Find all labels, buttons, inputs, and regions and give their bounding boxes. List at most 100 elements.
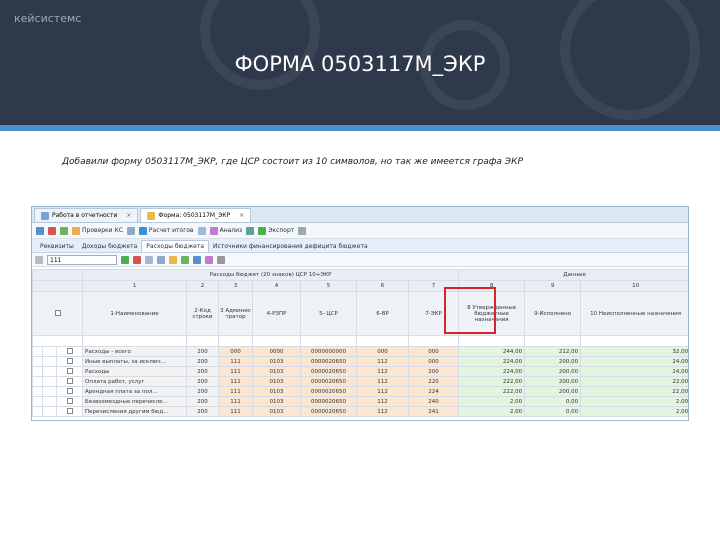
tab-income[interactable]: Доходы бюджета [78,240,142,252]
row-checkbox-cell[interactable] [55,346,84,357]
row-checkbox-cell[interactable] [55,376,84,387]
cell-csr[interactable]: 0000000000 [300,346,358,357]
cell-rest[interactable]: 24,00 [580,366,688,377]
col-header-rzpr[interactable]: 4-РЗПР [252,291,302,336]
cell-plan[interactable]: 222,00 [458,376,526,387]
cell-name[interactable]: Перечисления другим бюд... [82,406,188,417]
cell-done[interactable]: 0,00 [524,406,582,417]
save-icon[interactable] [36,226,44,235]
cell-adm[interactable]: 111 [218,356,254,367]
cell-name[interactable]: Иные выплаты, за исключ... [82,356,188,367]
filter-cell[interactable] [32,335,84,347]
table-row[interactable]: Иные выплаты, за исключ... 200 111 0103 0000… [32,356,688,367]
cell-ekr[interactable]: 241 [408,406,460,417]
row-checkbox-cell[interactable] [55,356,84,367]
cell-vr[interactable]: 112 [356,376,410,387]
cell-code[interactable]: 200 [186,396,220,407]
cell-adm[interactable]: 111 [218,376,254,387]
print-icon[interactable] [246,226,255,235]
sort-icon[interactable] [193,255,201,264]
totals-button[interactable]: Расчет итогов [138,226,194,235]
analysis-button[interactable]: Анализ [209,226,242,235]
row-checkbox[interactable] [66,367,73,374]
table-icon[interactable] [126,226,135,235]
cell-rzpr[interactable]: 0103 [252,396,302,407]
filter-cell[interactable] [186,335,220,347]
tab-reporting[interactable]: Работа в отчетности × [34,208,139,222]
table-row[interactable]: Перечисления другим бюд... 200 111 0103 0000… [32,406,688,417]
row-checkbox-cell[interactable] [55,396,84,407]
cell-name[interactable]: Безвозмездные перечисле... [82,396,188,407]
select-all-checkbox[interactable] [54,309,61,316]
cell-rest[interactable]: 32,00 [580,346,688,357]
filter-cell[interactable] [580,335,688,347]
cell-done[interactable]: 200,00 [524,366,582,377]
filter-cell[interactable] [218,335,254,347]
cell-vr[interactable]: 000 [356,346,410,357]
cell-csr[interactable]: 0000020650 [300,406,358,417]
close-icon[interactable]: × [239,212,244,219]
cell-vr[interactable]: 112 [356,406,410,417]
row-checkbox[interactable] [66,377,73,384]
cell-code[interactable]: 200 [186,406,220,417]
export-button[interactable]: Экспорт [258,226,294,235]
cell-code[interactable]: 200 [186,376,220,387]
row-checkbox-cell[interactable] [55,366,84,377]
row-expander[interactable] [32,396,43,407]
filter-cell[interactable] [408,335,460,347]
cell-plan[interactable]: 2,00 [458,406,526,417]
cell-csr[interactable]: 0000020650 [300,356,358,367]
cell-vr[interactable]: 112 [356,386,410,397]
row-checkbox[interactable] [66,397,73,404]
cell-code[interactable]: 200 [186,366,220,377]
table-row[interactable]: Безвозмездные перечисле... 200 111 0103 0000… [32,396,688,407]
cell-ekr[interactable]: 220 [408,376,460,387]
cell-csr[interactable]: 0000020650 [300,386,358,397]
col-header-csr[interactable]: 5- ЦСР [300,291,358,336]
add-icon[interactable] [181,255,189,264]
cell-rest[interactable]: 24,00 [580,356,688,367]
cell-name[interactable]: Арендная плата за пол... [82,386,188,397]
filter-cell[interactable] [252,335,302,347]
cell-name[interactable]: Расходы - всего [82,346,188,357]
cell-done[interactable]: 0,00 [524,396,582,407]
cell-name[interactable]: Расходы [82,366,188,377]
row-expander[interactable] [32,346,43,357]
table-row[interactable]: Оплата работ, услуг 200 111 0103 0000020650 1… [32,376,688,387]
cell-rest[interactable]: 2,00 [580,396,688,407]
cancel-icon[interactable] [48,226,56,235]
cell-rzpr[interactable]: 0103 [252,356,302,367]
cell-adm[interactable]: 111 [218,366,254,377]
cell-done[interactable]: 212,00 [524,346,582,357]
cell-done[interactable]: 200,00 [524,376,582,387]
refresh-icon[interactable] [60,226,68,235]
tab-requisites[interactable]: Реквизиты [36,240,78,252]
delete-icon[interactable] [133,255,141,264]
cell-plan[interactable]: 224,00 [458,356,526,367]
cell-csr[interactable]: 0000020650 [300,376,358,387]
menu-icon[interactable] [298,226,307,235]
cell-rest[interactable]: 22,00 [580,386,688,397]
cell-plan[interactable]: 224,00 [458,366,526,377]
col-header-unexecuted[interactable]: 10 Неисполненные назначения [580,291,688,336]
sigma-icon[interactable] [197,226,206,235]
col-header-vr[interactable]: 6-ВР [356,291,410,336]
cell-rzpr[interactable]: 0103 [252,386,302,397]
cell-csr[interactable]: 0000020650 [300,396,358,407]
row-checkbox[interactable] [66,347,73,354]
cell-plan[interactable]: 222,00 [458,386,526,397]
filter-cell[interactable] [524,335,582,347]
table-row[interactable]: Расходы - всего 200 000 0000 0000000000 000 00… [32,346,688,357]
row-checkbox[interactable] [66,387,73,394]
cell-ekr[interactable]: 000 [408,356,460,367]
filter-input[interactable]: 111 [47,254,117,265]
cell-vr[interactable]: 112 [356,356,410,367]
cell-code[interactable]: 200 [186,346,220,357]
filter-cell[interactable] [458,335,526,347]
col-header-name[interactable]: 1-Наименование [82,291,188,336]
row-expander[interactable] [32,356,43,367]
col-header-code[interactable]: 2-Код строки [186,291,220,336]
cell-plan[interactable]: 244,00 [458,346,526,357]
cell-ekr[interactable]: 000 [408,346,460,357]
checks-button[interactable]: Проверки КС [72,226,123,235]
